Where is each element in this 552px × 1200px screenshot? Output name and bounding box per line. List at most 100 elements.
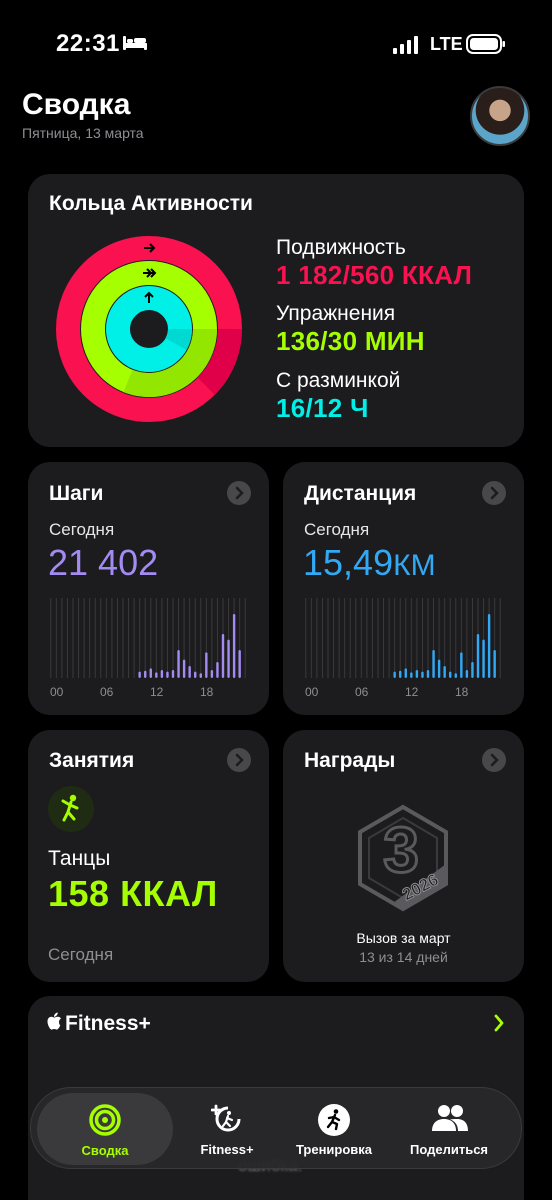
fitness-plus-chevron-icon[interactable]: [492, 1014, 506, 1032]
page-title: Сводка: [22, 88, 131, 121]
chart-bar: [144, 670, 147, 678]
chart-axis-label: 12: [150, 685, 164, 699]
chart-bar: [487, 614, 491, 678]
activity-rings-card[interactable]: Кольца Активности Подвижность 1 182/560 …: [28, 174, 524, 447]
chart-bar: [182, 659, 186, 678]
exercise-label: Упражнения: [276, 302, 396, 325]
chart-bar: [194, 671, 197, 678]
badge-number: 3: [383, 814, 419, 886]
chart-bar: [205, 652, 208, 678]
chart-bar: [410, 672, 413, 678]
tab-summary-label: Сводка: [81, 1143, 129, 1158]
award-title: Вызов за март: [356, 930, 451, 946]
activity-card-title: Кольца Активности: [49, 192, 253, 215]
chart-bar: [482, 639, 485, 678]
dance-icon: [48, 786, 94, 832]
steps-hourly-chart: 00 06 12 18: [50, 598, 246, 699]
chart-bar: [421, 671, 424, 678]
tab-fitness-plus-label: Fitness+: [200, 1142, 254, 1157]
chart-bar: [149, 668, 152, 678]
tab-share-label: Поделиться: [409, 1142, 489, 1157]
chart-bar: [415, 670, 419, 678]
chart-bar: [138, 671, 141, 678]
chart-bar: [227, 639, 230, 678]
chart-bar: [221, 634, 225, 678]
distance-hourly-chart: 00 06 12 18: [305, 598, 501, 699]
chart-axis-label: 06: [355, 685, 369, 699]
steps-value: 21 402: [48, 542, 159, 583]
chart-bar: [177, 650, 180, 678]
chart-bar: [426, 670, 430, 678]
awards-card[interactable]: Награды 3 2026 Вызов за март 13 из 14 дн…: [283, 730, 524, 982]
chart-bar: [465, 670, 469, 678]
activity-rings-chart: [56, 236, 242, 422]
chart-axis-label: 18: [455, 685, 469, 699]
steps-period: Сегодня: [49, 520, 115, 539]
workouts-card[interactable]: Занятия Танцы 158 ККАЛ Сегодня: [28, 730, 269, 982]
chart-bar: [160, 670, 164, 678]
tab-summary[interactable]: Сводка: [37, 1093, 173, 1165]
signal-icon: [393, 36, 418, 54]
stand-label: С разминкой: [276, 369, 401, 392]
distance-chevron-icon[interactable]: [482, 481, 506, 505]
workout-period: Сегодня: [48, 945, 114, 964]
share-people-icon: [432, 1105, 468, 1131]
sleep-bed-icon: [123, 36, 147, 50]
steps-title: Шаги: [49, 482, 104, 505]
steps-chevron-icon[interactable]: [227, 481, 251, 505]
chart-bar: [393, 671, 396, 678]
chart-bar: [476, 634, 480, 678]
chart-bar: [166, 671, 169, 678]
chart-bar: [155, 672, 158, 678]
chart-bar: [454, 673, 457, 678]
fitness-plus-title: Fitness+: [46, 1012, 151, 1036]
page-date: Пятница, 13 марта: [22, 125, 144, 141]
fitness-plus-label: Fitness+: [65, 1012, 151, 1035]
exercise-value: 136/30 МИН: [276, 326, 425, 356]
chart-bar: [471, 662, 474, 678]
chart-bar: [443, 666, 446, 678]
status-bar: 22:31 LTE: [0, 0, 552, 90]
chart-bar: [188, 666, 191, 678]
apple-logo-icon: [47, 1012, 61, 1030]
chart-bar: [210, 670, 214, 678]
tab-share[interactable]: Поделиться: [393, 1088, 505, 1170]
chart-bar: [399, 670, 402, 678]
tab-workout-label: Тренировка: [295, 1142, 373, 1157]
distance-period: Сегодня: [304, 520, 370, 539]
chart-bar: [171, 670, 175, 678]
chart-bar: [460, 652, 463, 678]
chart-axis-label: 00: [50, 685, 64, 699]
march-challenge-badge-icon: 3 2026: [358, 804, 448, 912]
chart-bar: [232, 614, 236, 678]
summary-rings-icon: [89, 1104, 121, 1136]
workout-value: 158 ККАЛ: [48, 873, 218, 914]
chart-axis-label: 12: [405, 685, 419, 699]
awards-chevron-icon[interactable]: [482, 748, 506, 772]
fitness-plus-icon: [211, 1104, 241, 1132]
award-subtitle: 13 из 14 дней: [359, 949, 448, 965]
chart-axis-label: 00: [305, 685, 319, 699]
status-time: 22:31: [56, 30, 120, 57]
tab-bar: Сводка Fitness+ Тренировка Поделиться: [30, 1087, 522, 1169]
distance-unit: КМ: [393, 549, 436, 582]
network-type: LTE: [430, 34, 463, 54]
chart-bar: [404, 668, 407, 678]
tab-workout[interactable]: Тренировка: [285, 1088, 383, 1170]
stand-value: 16/12 Ч: [276, 393, 369, 423]
tab-fitness-plus[interactable]: Fitness+: [181, 1088, 273, 1170]
workout-type: Танцы: [48, 847, 111, 870]
chart-bar: [238, 650, 241, 678]
chart-bar: [493, 650, 496, 678]
chart-bar: [199, 673, 202, 678]
steps-card[interactable]: Шаги Сегодня 21 402 00 06 12 18: [28, 462, 269, 715]
battery-icon: [466, 34, 505, 54]
chart-axis-label: 06: [100, 685, 114, 699]
move-label: Подвижность: [276, 236, 406, 259]
avatar[interactable]: [470, 86, 530, 146]
chart-bar: [449, 671, 452, 678]
workouts-chevron-icon[interactable]: [227, 748, 251, 772]
distance-card[interactable]: Дистанция Сегодня 15,49КМ 00 06 12 18: [283, 462, 524, 715]
chart-axis-label: 18: [200, 685, 214, 699]
chart-bar: [437, 659, 441, 678]
